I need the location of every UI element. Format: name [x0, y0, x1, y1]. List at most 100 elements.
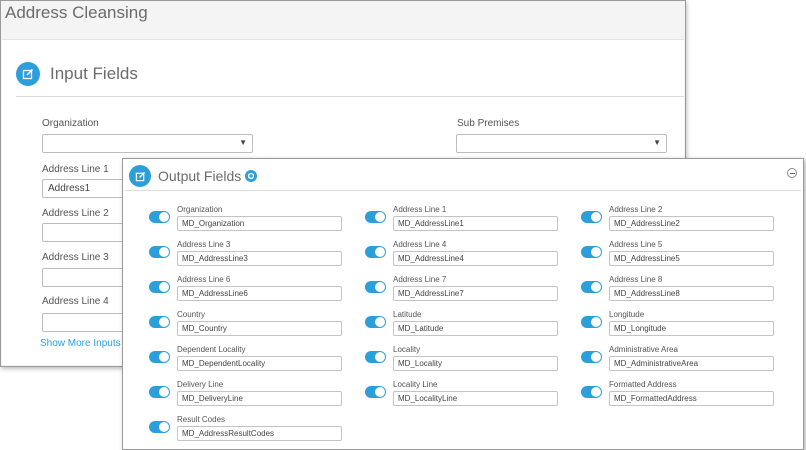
output-field-label: Latitude: [393, 310, 422, 319]
output-field-label: Address Line 8: [609, 275, 663, 284]
output-field-label: Result Codes: [177, 415, 226, 424]
output-field-toggle[interactable]: [365, 386, 386, 398]
output-field-toggle[interactable]: [365, 316, 386, 328]
address-line-1-label: Address Line 1: [42, 164, 109, 175]
output-field-item: Locality Line MD_LocalityLine: [365, 380, 575, 410]
sub-premises-label: Sub Premises: [457, 118, 520, 129]
show-more-inputs-link[interactable]: Show More Inputs: [40, 338, 121, 349]
output-field-label: Administrative Area: [609, 345, 678, 354]
output-field-input[interactable]: MD_Longitude: [609, 321, 774, 336]
output-field-toggle[interactable]: [149, 316, 170, 328]
output-field-item: Result Codes MD_AddressResultCodes: [149, 415, 359, 445]
output-field-toggle[interactable]: [365, 351, 386, 363]
address-line-1-input[interactable]: Address1: [42, 179, 132, 198]
toggle-knob: [591, 212, 601, 222]
output-field-input[interactable]: MD_Latitude: [393, 321, 558, 336]
gear-icon[interactable]: [245, 170, 258, 182]
address-line-3-label: Address Line 3: [42, 252, 109, 263]
output-field-input[interactable]: MD_AddressLine2: [609, 216, 774, 231]
edit-icon: [16, 62, 40, 86]
caret-down-icon: ▼: [653, 138, 661, 147]
output-field-toggle[interactable]: [581, 316, 602, 328]
toggle-knob: [159, 212, 169, 222]
output-field-item: Address Line 1 MD_AddressLine1: [365, 205, 575, 235]
output-field-toggle[interactable]: [149, 211, 170, 223]
output-field-toggle[interactable]: [149, 281, 170, 293]
output-field-label: Dependent Locality: [177, 345, 246, 354]
output-field-input[interactable]: MD_AddressLine8: [609, 286, 774, 301]
output-field-toggle[interactable]: [365, 211, 386, 223]
address-line-4-input[interactable]: [42, 313, 132, 332]
output-field-item: Address Line 2 MD_AddressLine2: [581, 205, 791, 235]
toggle-knob: [159, 387, 169, 397]
output-field-toggle[interactable]: [581, 351, 602, 363]
output-field-label: Address Line 2: [609, 205, 663, 214]
output-field-item: Delivery Line MD_DeliveryLine: [149, 380, 359, 410]
output-field-input[interactable]: MD_AddressLine5: [609, 251, 774, 266]
output-field-toggle[interactable]: [581, 246, 602, 258]
output-field-item: Address Line 4 MD_AddressLine4: [365, 240, 575, 270]
output-field-item: Address Line 8 MD_AddressLine8: [581, 275, 791, 305]
address-line-3-input[interactable]: [42, 268, 132, 287]
toggle-knob: [375, 387, 385, 397]
output-field-toggle[interactable]: [149, 386, 170, 398]
output-field-item: Organization MD_Organization: [149, 205, 359, 235]
output-field-item: Country MD_Country: [149, 310, 359, 340]
output-fields-window: Output Fields Organization MD_Organizatio…: [122, 158, 804, 450]
output-field-input[interactable]: MD_FormattedAddress: [609, 391, 774, 406]
output-field-label: Formatted Address: [609, 380, 677, 389]
output-field-item: Latitude MD_Latitude: [365, 310, 575, 340]
output-field-item: Address Line 5 MD_AddressLine5: [581, 240, 791, 270]
output-field-item: Dependent Locality MD_DependentLocality: [149, 345, 359, 375]
output-field-input[interactable]: MD_Locality: [393, 356, 558, 371]
divider: [125, 190, 801, 191]
input-fields-header: Input Fields: [16, 62, 138, 86]
toggle-knob: [375, 317, 385, 327]
output-field-input[interactable]: MD_AddressResultCodes: [177, 426, 342, 441]
toggle-knob: [375, 212, 385, 222]
output-field-input[interactable]: MD_AddressLine7: [393, 286, 558, 301]
toggle-knob: [159, 282, 169, 292]
edit-icon: [129, 165, 151, 187]
output-field-input[interactable]: MD_AddressLine6: [177, 286, 342, 301]
toggle-knob: [375, 247, 385, 257]
output-field-label: Organization: [177, 205, 223, 214]
output-field-input[interactable]: MD_LocalityLine: [393, 391, 558, 406]
output-field-input[interactable]: MD_AddressLine1: [393, 216, 558, 231]
toggle-knob: [159, 247, 169, 257]
output-fields-title: Output Fields: [158, 168, 242, 184]
toggle-knob: [591, 282, 601, 292]
output-field-toggle[interactable]: [581, 386, 602, 398]
output-field-toggle[interactable]: [149, 421, 170, 433]
output-field-label: Address Line 4: [393, 240, 447, 249]
window-title: Address Cleansing: [5, 3, 148, 22]
output-field-input[interactable]: MD_DependentLocality: [177, 356, 342, 371]
output-field-item: Address Line 7 MD_AddressLine7: [365, 275, 575, 305]
output-field-label: Address Line 6: [177, 275, 231, 284]
output-field-input[interactable]: MD_Country: [177, 321, 342, 336]
collapse-icon[interactable]: [787, 168, 797, 178]
input-fields-title: Input Fields: [50, 64, 138, 83]
toggle-knob: [159, 352, 169, 362]
output-field-toggle[interactable]: [149, 351, 170, 363]
toggle-knob: [591, 247, 601, 257]
output-field-input[interactable]: MD_AddressLine4: [393, 251, 558, 266]
sub-premises-select[interactable]: ▼: [456, 134, 667, 153]
organization-label: Organization: [42, 118, 99, 129]
output-field-toggle[interactable]: [581, 211, 602, 223]
output-field-label: Delivery Line: [177, 380, 224, 389]
organization-select[interactable]: ▼: [42, 134, 253, 153]
toggle-knob: [375, 282, 385, 292]
output-field-input[interactable]: MD_DeliveryLine: [177, 391, 342, 406]
output-field-input[interactable]: MD_AddressLine3: [177, 251, 342, 266]
output-field-toggle[interactable]: [365, 246, 386, 258]
output-field-input[interactable]: MD_Organization: [177, 216, 342, 231]
address-line-2-input[interactable]: [42, 223, 132, 242]
output-field-label: Address Line 1: [393, 205, 447, 214]
output-field-input[interactable]: MD_AdministrativeArea: [609, 356, 774, 371]
output-field-toggle[interactable]: [365, 281, 386, 293]
output-field-toggle[interactable]: [149, 246, 170, 258]
output-field-toggle[interactable]: [581, 281, 602, 293]
output-field-item: Locality MD_Locality: [365, 345, 575, 375]
output-field-label: Address Line 5: [609, 240, 663, 249]
